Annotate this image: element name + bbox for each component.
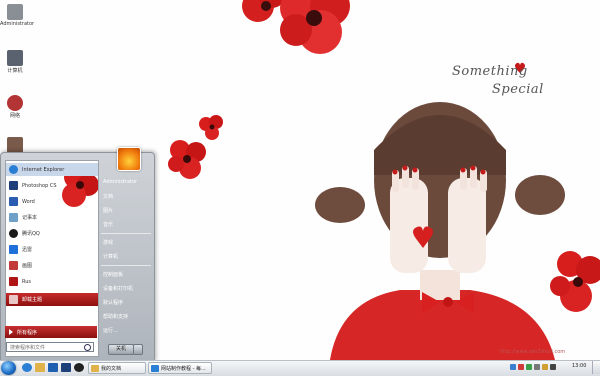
desktop-icon-label: 网络 [9, 113, 20, 119]
wallpaper-text-something: Something [452, 64, 528, 79]
pinned-item-paint[interactable]: 画图 [6, 259, 98, 272]
right-item-help-support[interactable]: 帮助和支持 [100, 311, 152, 321]
folder-icon [91, 364, 99, 372]
right-pane-divider [101, 265, 151, 266]
pinned-item-notepad[interactable]: 记事本 [6, 211, 98, 224]
search-icon [84, 344, 91, 351]
shutdown-button[interactable]: 关机 [108, 344, 134, 355]
flower-small-2 [168, 140, 206, 179]
quicklaunch-folder-icon[interactable] [35, 363, 45, 372]
start-menu: Internet Explorer Photoshop CS Word 记事本 … [0, 147, 155, 362]
user-avatar[interactable] [117, 147, 141, 171]
pinned-item-label: Photoshop CS [22, 182, 57, 189]
show-desktop-button[interactable] [592, 361, 600, 374]
ie-icon [9, 165, 18, 174]
pinned-item-label: 记事本 [22, 215, 38, 221]
pinned-item-internet-explorer[interactable]: Internet Explorer [6, 163, 98, 176]
start-orb-button[interactable] [1, 361, 16, 375]
pinned-item-thunder[interactable]: 迅雷 [6, 243, 98, 256]
girl-illustration [315, 102, 565, 360]
desktop-icon-label: Administrator [0, 21, 35, 27]
taskbar-clock[interactable]: 13:00 [572, 363, 586, 369]
desktop-icon-network[interactable]: 网络 [0, 95, 30, 119]
all-programs-label: 所有程序 [17, 329, 38, 336]
tray-volume-icon[interactable] [534, 364, 540, 370]
right-item-games[interactable]: 游戏 [100, 237, 152, 247]
tray-antivirus-icon[interactable] [518, 364, 524, 370]
right-item-computer[interactable]: 计算机 [100, 251, 152, 261]
rus-icon [9, 277, 18, 286]
pinned-item-qq[interactable]: 腾讯QQ [6, 227, 98, 240]
pinned-item-rus[interactable]: Rus [6, 275, 98, 288]
right-item-default-programs[interactable]: 默认程序 [100, 297, 152, 307]
quicklaunch-photoshop-icon[interactable] [61, 363, 71, 372]
taskbar-button-label: 我的文档 [101, 365, 122, 372]
quicklaunch-qq-icon[interactable] [74, 363, 84, 372]
right-item-control-panel[interactable]: 控制面板 [100, 269, 152, 279]
right-item-devices-printers[interactable]: 设备和打印机 [100, 283, 152, 293]
right-item-music[interactable]: 音乐 [100, 219, 152, 229]
tray-update-icon[interactable] [526, 364, 532, 370]
desktop-icon-administrator[interactable]: Administrator [0, 4, 35, 27]
uninstall-icon [9, 295, 18, 304]
flower-right [550, 251, 600, 312]
arrow-right-icon [9, 329, 13, 335]
thunder-icon [9, 245, 18, 254]
tray-ime-icon[interactable] [542, 364, 548, 370]
right-item-documents[interactable]: 文档 [100, 191, 152, 201]
pinned-item-label: 腾讯QQ [22, 231, 40, 237]
pinned-item-photoshop[interactable]: Photoshop CS [6, 179, 98, 192]
quicklaunch-ie-icon[interactable] [22, 363, 32, 372]
pinned-item-label: Word [22, 198, 35, 205]
search-placeholder: 搜索程序和文件 [10, 345, 46, 351]
pinned-item-label: Rus [22, 278, 32, 285]
qq-icon [9, 229, 18, 238]
user-folder-icon [7, 4, 23, 20]
taskbar-button-browser[interactable]: 网站制作教程 - 每... [148, 362, 212, 374]
right-item-run[interactable]: 运行... [100, 325, 152, 335]
ie-icon [151, 364, 159, 372]
notepad-icon [9, 213, 18, 222]
tray-network-icon[interactable] [510, 364, 516, 370]
pinned-item-label: 画图 [22, 263, 33, 269]
desktop-icon-computer[interactable]: 计算机 [0, 50, 30, 74]
flower-top-left [242, 0, 285, 22]
desktop-icon-recycle-bin[interactable] [0, 137, 30, 153]
taskbar-button-label: 网站制作教程 - 每... [161, 365, 206, 372]
recycle-bin-icon [7, 137, 23, 153]
tray-flag-icon[interactable] [550, 364, 556, 370]
computer-icon [7, 50, 23, 66]
flower-top-center [280, 0, 350, 54]
all-programs-button[interactable]: 所有程序 [5, 326, 97, 338]
quicklaunch-media-player-icon[interactable] [48, 363, 58, 372]
photoshop-icon [9, 181, 18, 190]
network-icon [7, 95, 23, 111]
word-icon [9, 197, 18, 206]
pinned-item-label: 卸载主题 [22, 297, 43, 303]
wallpaper-watermark: http://www.win7zhuti.com [500, 349, 566, 355]
right-item-administrator[interactable]: Administrator [100, 177, 152, 187]
right-pane-divider [101, 233, 151, 234]
pinned-item-label: Internet Explorer [22, 166, 65, 173]
start-search-input[interactable]: 搜索程序和文件 [6, 342, 94, 352]
taskbar-button-my-documents[interactable]: 我的文档 [88, 362, 146, 374]
shutdown-options-button[interactable] [133, 344, 143, 355]
desktop-icon-label: 计算机 [7, 68, 23, 74]
pinned-item-word[interactable]: Word [6, 195, 98, 208]
paint-icon [9, 261, 18, 270]
pinned-item-uninstall-theme[interactable]: 卸载主题 [6, 293, 98, 306]
flower-small-1 [199, 115, 223, 140]
pinned-item-label: 迅雷 [22, 247, 33, 253]
right-item-pictures[interactable]: 图片 [100, 205, 152, 215]
wallpaper-text-special: Special [492, 82, 544, 97]
